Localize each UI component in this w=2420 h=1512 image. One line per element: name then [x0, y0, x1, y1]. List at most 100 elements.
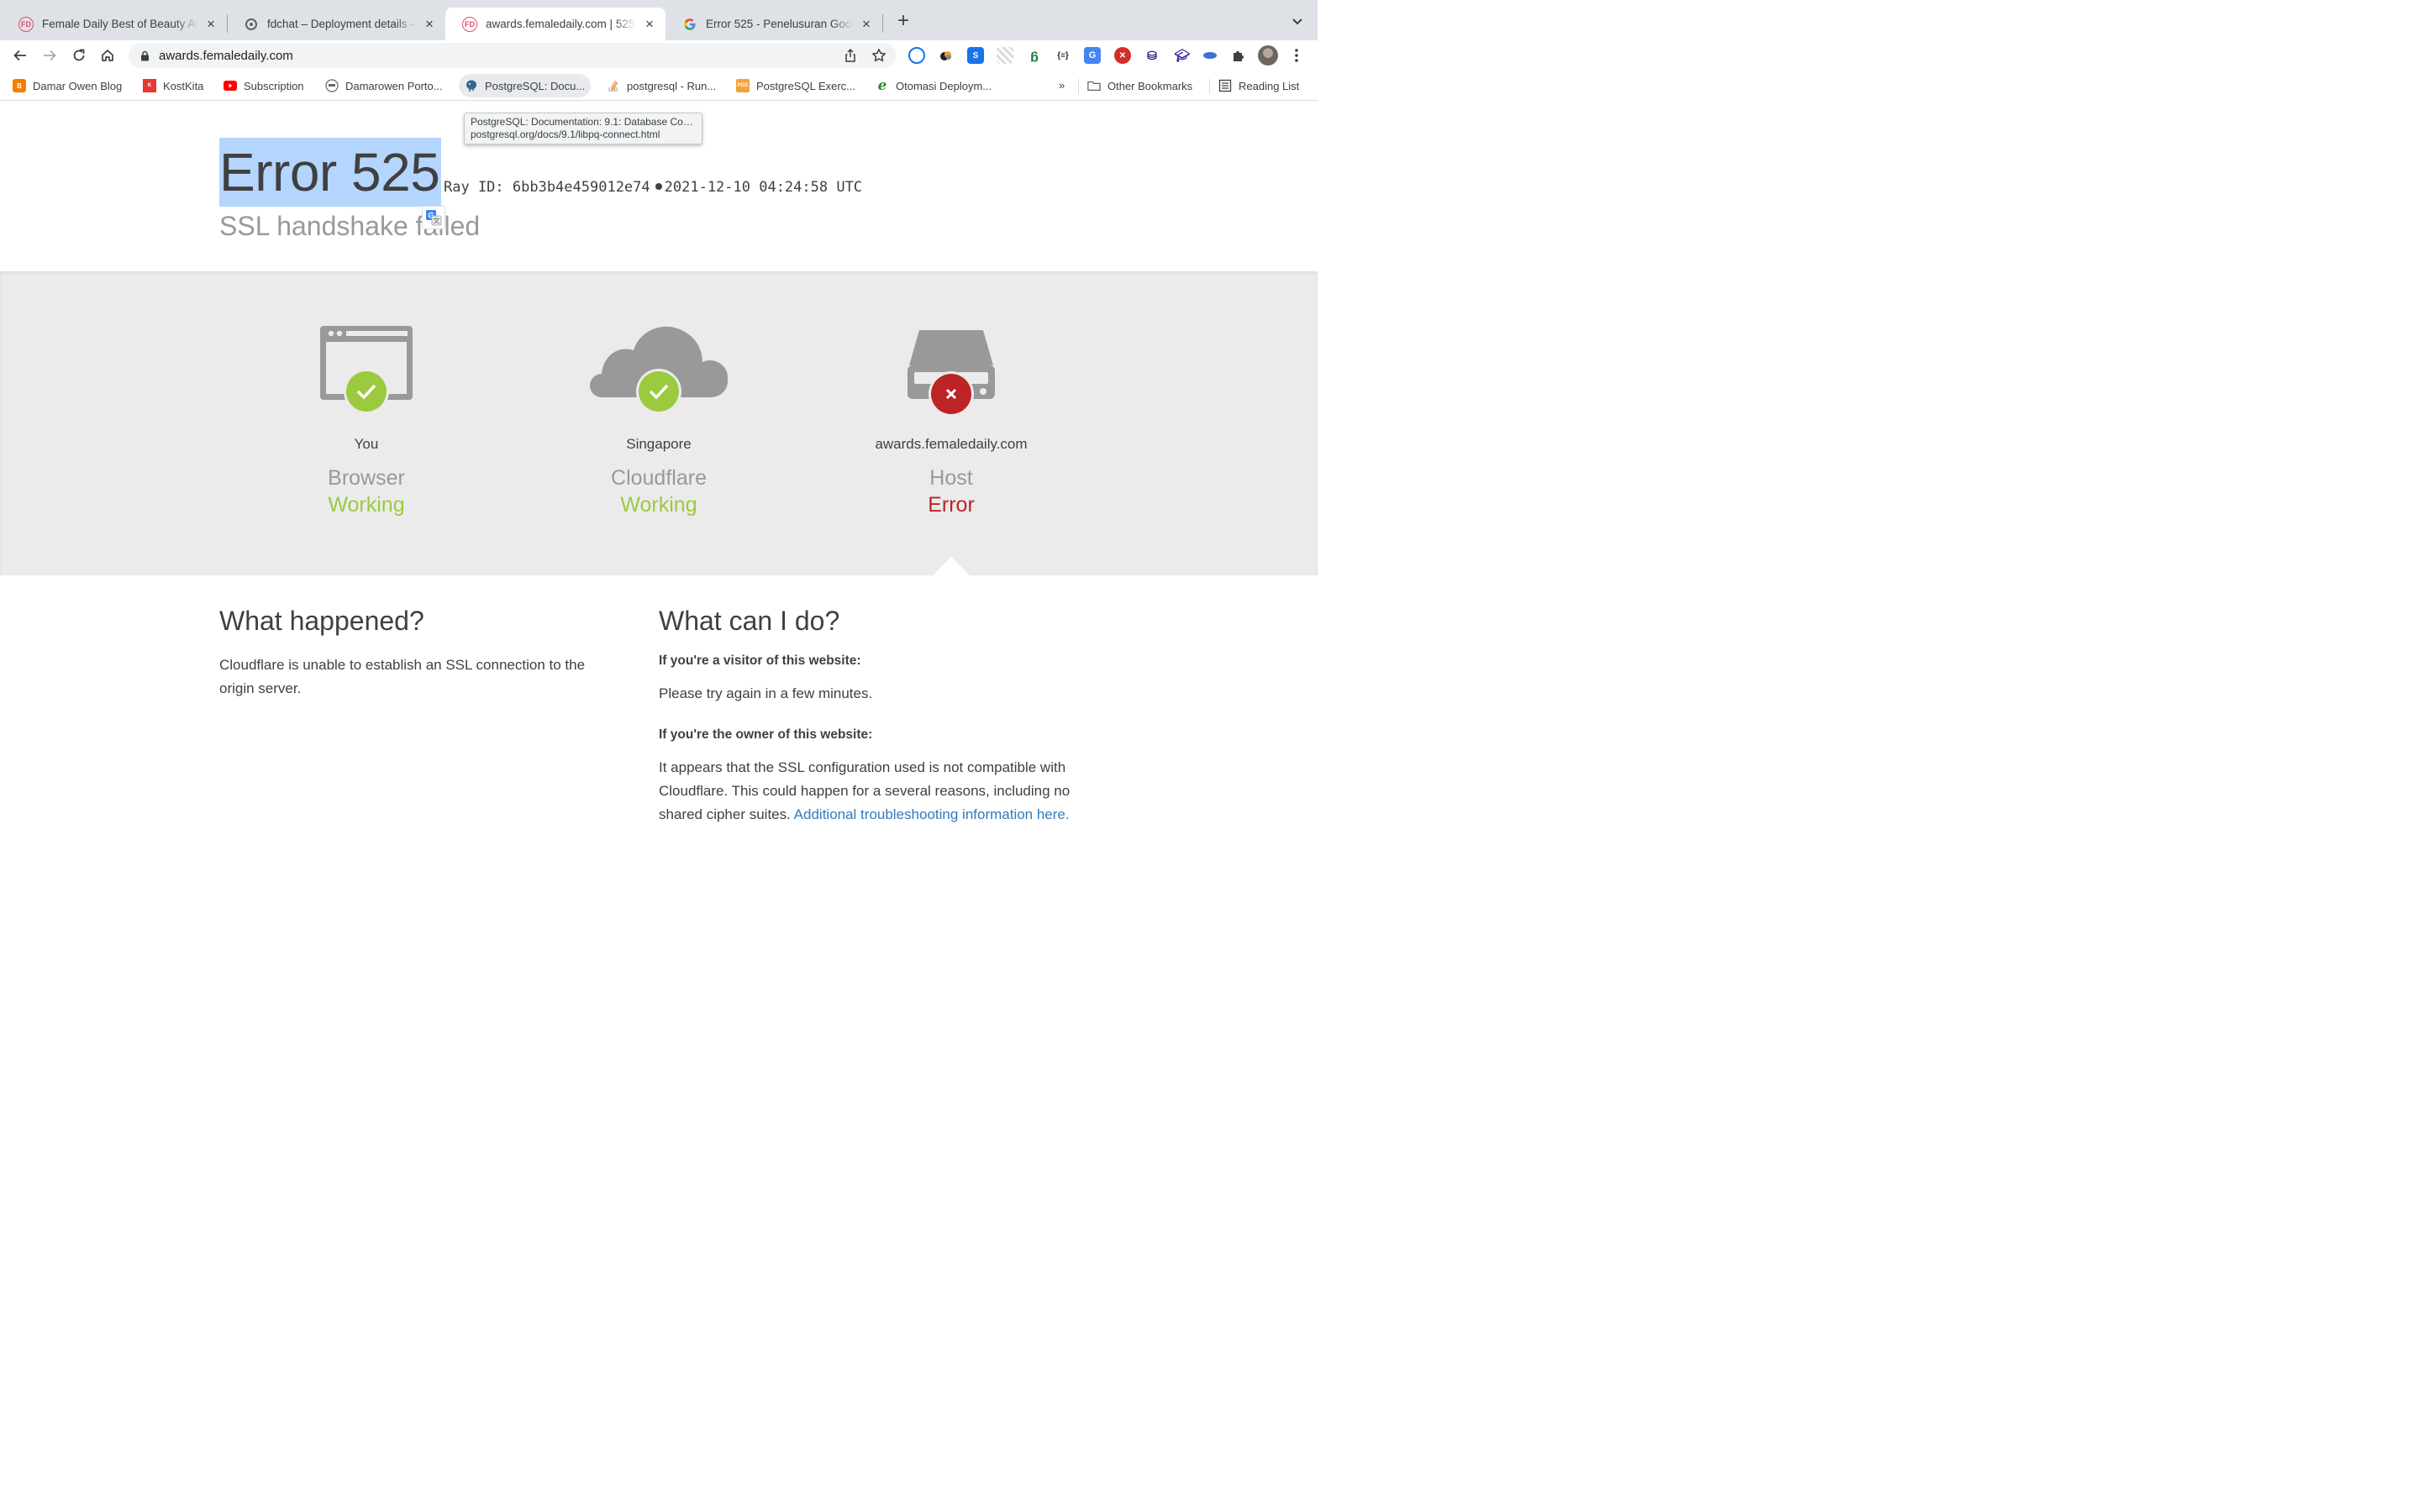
blogger-icon: B	[13, 79, 26, 92]
bookmarks-overflow-button[interactable]: »	[1059, 79, 1065, 92]
reload-button[interactable]	[69, 45, 89, 66]
lastpass-extension-icon[interactable]: ✕	[1114, 47, 1131, 64]
circle-extension-icon[interactable]	[908, 47, 925, 64]
coins-extension-icon[interactable]: ⛁	[1144, 47, 1160, 64]
share-icon[interactable]	[843, 48, 858, 63]
forward-button[interactable]	[39, 45, 60, 66]
bookmark-damarowen-portfolio[interactable]: Damarowen Porto...	[319, 74, 449, 97]
troubleshooting-link[interactable]: Additional troubleshooting information h…	[794, 806, 1070, 822]
bookmark-otomasi-deployment[interactable]: e Otomasi Deploym...	[870, 74, 997, 97]
postgresql-icon	[465, 79, 478, 92]
what-happened-body: Cloudflare is unable to establish an SSL…	[219, 657, 586, 696]
google-translate-popup-icon[interactable]: G文	[422, 206, 445, 229]
bookmark-postgresql-run[interactable]: postgresql - Run...	[601, 74, 722, 97]
host-status: Error	[928, 493, 975, 517]
graduation-extension-icon[interactable]: 🎓︎	[1174, 47, 1191, 64]
bookmark-postgresql-exercises[interactable]: PGE PostgreSQL Exerc...	[730, 74, 861, 97]
tooltip-title: PostgreSQL: Documentation: 9.1: Database…	[471, 116, 696, 128]
close-tab-icon[interactable]: ×	[859, 16, 874, 32]
check-badge	[346, 371, 387, 412]
bookmark-subscription[interactable]: Subscription	[218, 74, 310, 97]
host-role: Host	[929, 466, 973, 490]
tab-female-daily-awards[interactable]: FD Female Daily Best of Beauty Awards ×	[2, 8, 227, 40]
menu-kebab-icon[interactable]	[1291, 47, 1302, 64]
folder-icon	[1087, 79, 1101, 92]
server-icon	[908, 330, 995, 417]
json-formatter-extension-icon[interactable]: {≡}	[1055, 47, 1071, 64]
page-content: Error 525 Ray ID: 6bb3b4e459012e74 2021-1…	[0, 102, 1318, 823]
browser-window-icon	[320, 326, 413, 414]
new-tab-button[interactable]: +	[893, 11, 913, 32]
error-title: Error 525	[219, 138, 442, 207]
netlify-icon	[244, 17, 259, 32]
close-tab-icon[interactable]: ×	[203, 16, 218, 32]
femaledaily-icon: FD	[462, 16, 477, 32]
bookmark-label: Damarowen Porto...	[345, 79, 443, 92]
kostkita-icon: K	[143, 79, 156, 92]
connection-diagram: You Browser Working Singapore Cloudflare…	[0, 271, 1318, 575]
browser-role: Browser	[328, 466, 405, 490]
cloudflare-role: Cloudflare	[611, 466, 707, 490]
portfolio-icon	[325, 79, 339, 92]
owner-heading: If you're the owner of this website:	[659, 727, 873, 742]
error-pointer-arrow	[933, 557, 970, 575]
reload-icon	[73, 49, 85, 61]
bookmark-damar-owen-blog[interactable]: B Damar Owen Blog	[7, 74, 128, 97]
browser-toolbar: awards.femaledaily.com S ᵷ {≡} G ✕ ⛁ 🎓︎	[0, 40, 1318, 71]
divider	[1209, 79, 1210, 94]
bookmark-star-icon[interactable]	[871, 48, 886, 63]
bookmark-label: Subscription	[244, 79, 304, 92]
back-button[interactable]	[10, 45, 30, 66]
tab-strip: FD Female Daily Best of Beauty Awards × …	[0, 0, 1318, 40]
stackoverflow-icon	[607, 79, 620, 92]
bookmark-kostkita[interactable]: K KostKita	[137, 74, 209, 97]
ray-id-line: Ray ID: 6bb3b4e459012e74 2021-12-10 04:24…	[444, 179, 862, 196]
puzzle-extensions-icon[interactable]	[1230, 47, 1247, 64]
tab-title: awards.femaledaily.com | 525: SSL handsh…	[486, 18, 637, 30]
cloudflare-location: Singapore	[626, 436, 692, 452]
tab-awards-error[interactable]: FD awards.femaledaily.com | 525: SSL han…	[445, 8, 666, 40]
bookmark-postgresql-docs[interactable]: PostgreSQL: Docu...	[459, 74, 592, 97]
visitor-heading: If you're a visitor of this website:	[659, 654, 861, 668]
browser-location: You	[354, 436, 379, 452]
grammarly-extension-icon[interactable]: ᵷ	[1026, 47, 1043, 64]
oval-extension-icon[interactable]	[1202, 47, 1218, 64]
tab-title: fdchat – Deployment details – Netlify	[267, 18, 417, 30]
google-translate-extension-icon[interactable]: G	[1084, 47, 1101, 64]
bookmark-label: KostKita	[163, 79, 204, 92]
what-happened-heading: What happened?	[219, 606, 424, 636]
screen-capture-extension-icon[interactable]: S	[967, 47, 984, 64]
home-icon	[102, 50, 113, 61]
bookmarks-bar: B Damar Owen Blog K KostKita Subscriptio…	[0, 71, 1318, 101]
what-can-i-do-section: What can I do? If you're a visitor of th…	[659, 606, 1096, 848]
dark-reader-extension-icon[interactable]	[938, 47, 955, 64]
pgexercises-icon: PGE	[736, 79, 750, 92]
bookmark-label: postgresql - Run...	[627, 79, 717, 92]
tooltip-url: postgresql.org/docs/9.1/libpq-connect.ht…	[471, 129, 660, 140]
profile-avatar[interactable]	[1258, 45, 1278, 66]
tab-title: Female Daily Best of Beauty Awards	[42, 18, 198, 30]
arrow-left-icon	[13, 50, 26, 61]
what-can-i-do-heading: What can I do?	[659, 606, 840, 636]
bookmark-label: Damar Owen Blog	[33, 79, 123, 92]
tab-search-chevron-icon[interactable]	[1290, 13, 1305, 29]
info-section: What happened? Cloudflare is unable to e…	[0, 575, 1318, 823]
pattern-extension-icon[interactable]	[997, 47, 1013, 64]
cloudflare-status: Working	[620, 493, 697, 517]
lock-icon[interactable]	[140, 50, 150, 61]
tab-separator	[882, 14, 883, 33]
other-bookmarks-folder[interactable]: Other Bookmarks	[1081, 74, 1198, 97]
close-tab-icon[interactable]: ×	[422, 16, 437, 32]
home-button[interactable]	[97, 45, 118, 66]
address-bar[interactable]: awards.femaledaily.com	[129, 43, 897, 68]
url-text[interactable]: awards.femaledaily.com	[159, 49, 293, 63]
close-tab-icon[interactable]: ×	[642, 16, 657, 32]
reading-list-button[interactable]: Reading List	[1213, 74, 1305, 97]
divider	[1078, 79, 1079, 94]
bookmark-label: Otomasi Deploym...	[896, 79, 992, 92]
tab-google-search[interactable]: Error 525 - Penelusuran Google ×	[666, 8, 882, 40]
femaledaily-icon: FD	[18, 16, 34, 32]
cloud-icon	[590, 326, 729, 414]
tab-netlify-deployment[interactable]: fdchat – Deployment details – Netlify ×	[227, 8, 445, 40]
host-location: awards.femaledaily.com	[875, 436, 1028, 452]
